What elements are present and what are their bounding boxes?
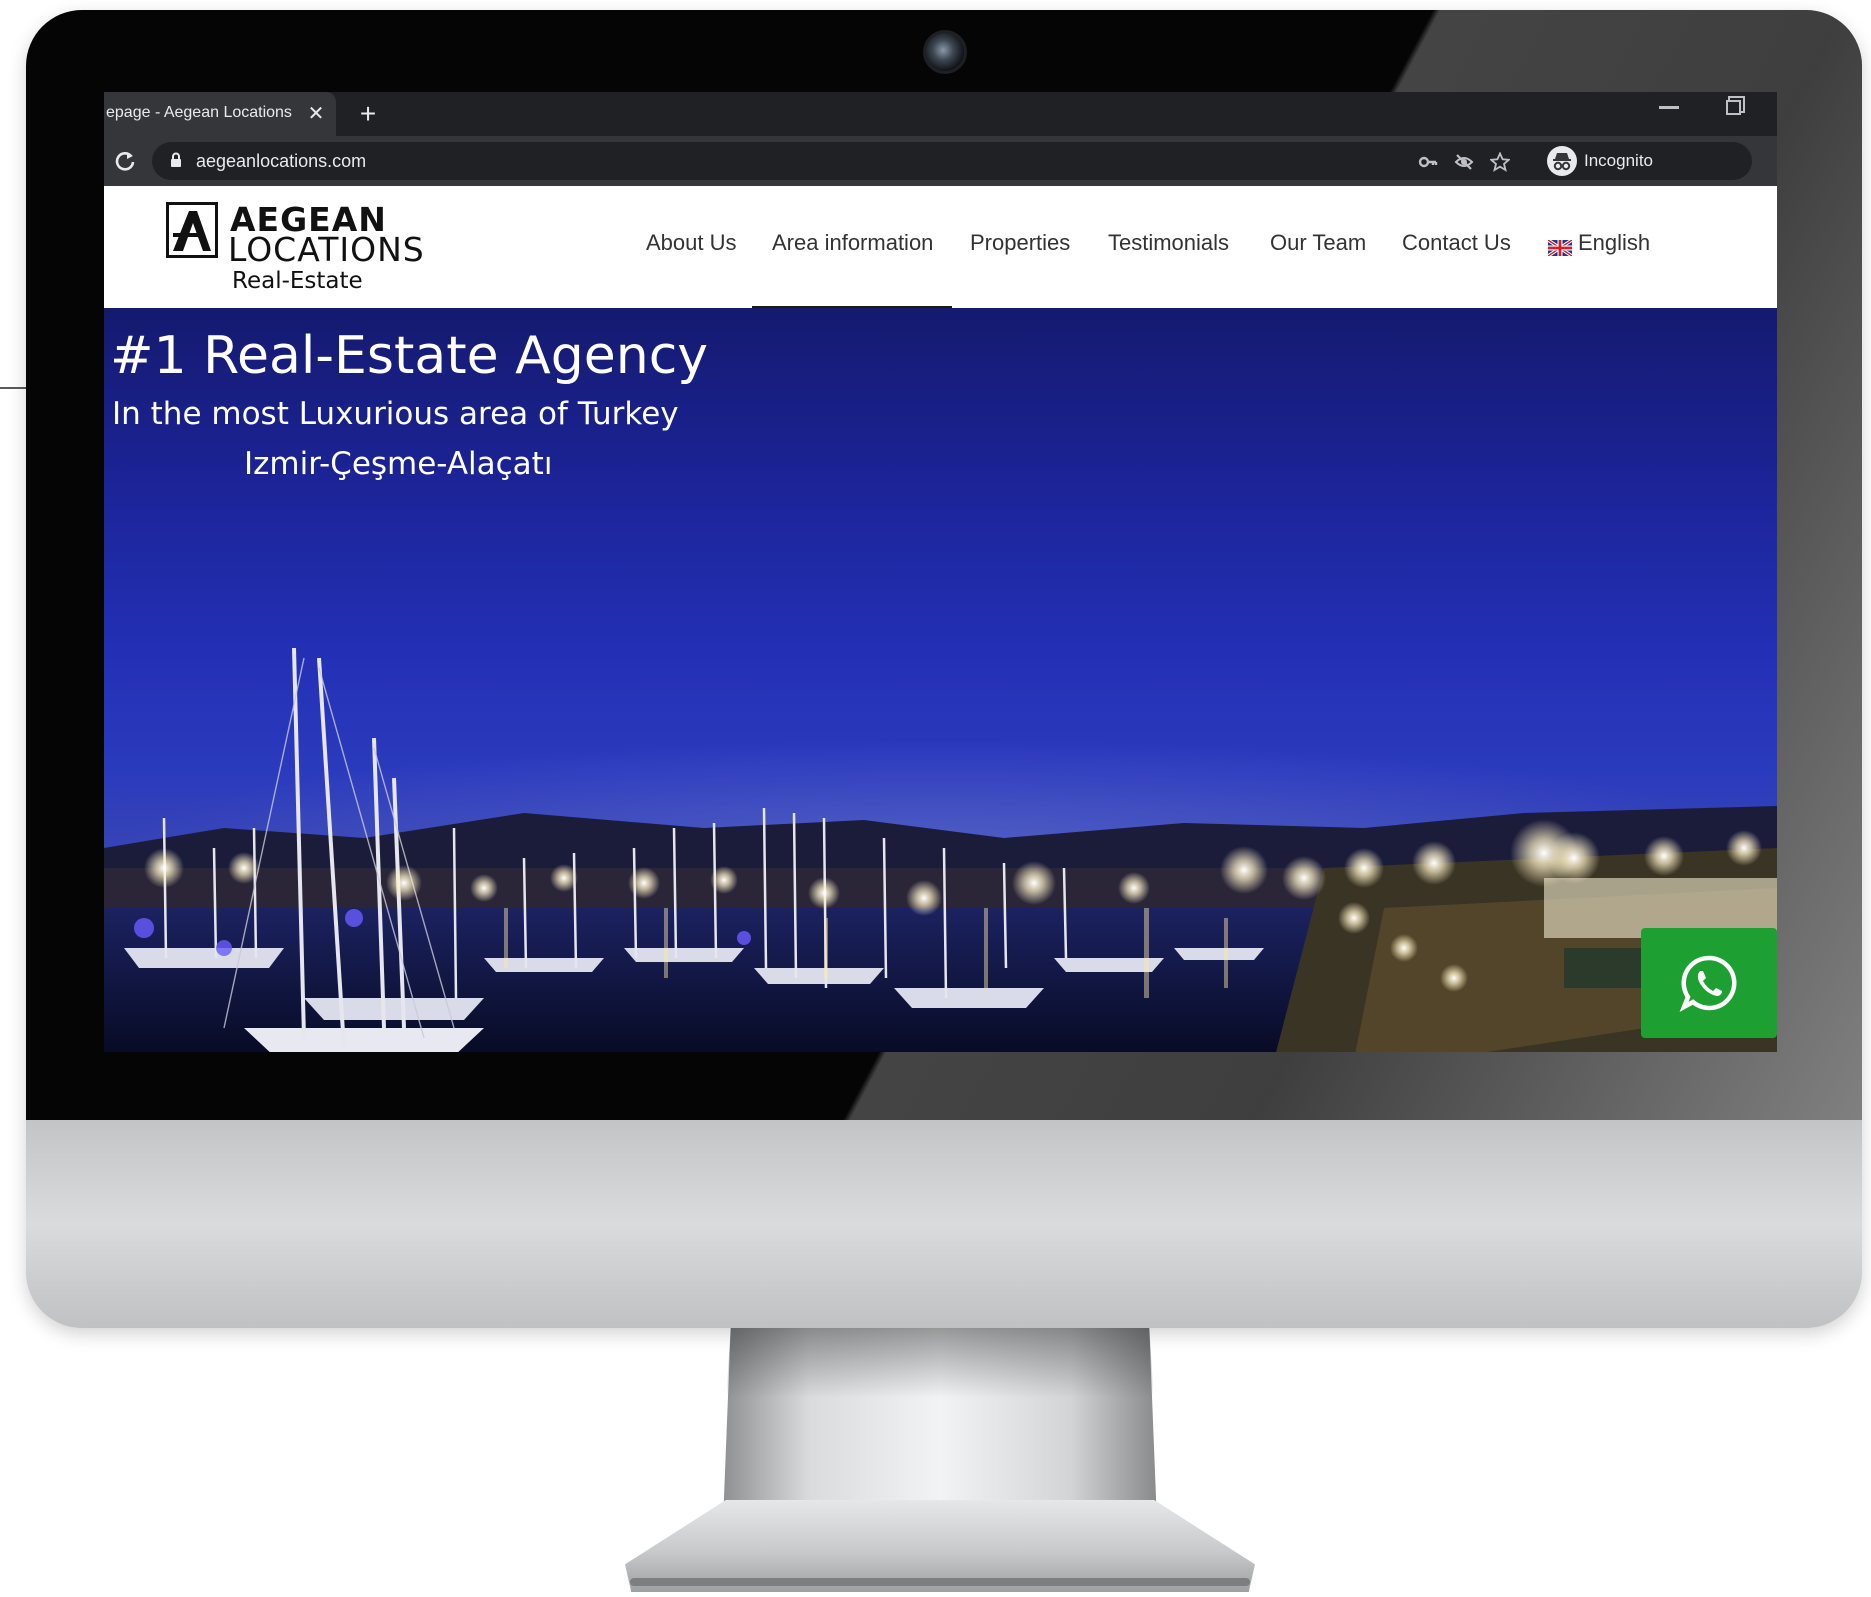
uk-flag-icon <box>1547 236 1573 258</box>
new-tab-icon[interactable]: + <box>354 100 382 128</box>
hero-title: #1 Real-Estate Agency <box>110 326 709 386</box>
star-icon[interactable] <box>1488 151 1512 172</box>
reload-icon[interactable] <box>112 148 138 174</box>
key-icon[interactable] <box>1418 152 1438 172</box>
monitor-base-edge <box>630 1578 1250 1586</box>
nav-area-information[interactable]: Area information <box>772 230 933 262</box>
whatsapp-icon <box>1679 955 1737 1013</box>
tab-strip: epage - Aegean Locations - R ✕ + <box>104 92 1777 136</box>
close-tab-icon[interactable]: ✕ <box>304 102 328 126</box>
nav-testimonials[interactable]: Testimonials <box>1108 230 1229 262</box>
site-header: AEGEAN LOCATIONS Real-Estate About Us Ar… <box>104 186 1777 309</box>
browser-toolbar: aegeanlocations.com Incognito <box>104 136 1777 186</box>
web-page: AEGEAN LOCATIONS Real-Estate About Us Ar… <box>104 186 1777 1052</box>
incognito-label: Incognito <box>1584 151 1653 170</box>
nav-properties[interactable]: Properties <box>970 230 1070 262</box>
monitor-chin <box>26 1120 1862 1328</box>
lock-icon <box>170 152 182 168</box>
eye-off-icon[interactable] <box>1454 152 1474 172</box>
hero-location: Izmir-Çeşme-Alaçatı <box>244 446 553 482</box>
url-text: aegeanlocations.com <box>196 151 367 171</box>
webcam-icon <box>923 30 967 74</box>
whatsapp-button[interactable] <box>1641 928 1777 1038</box>
address-bar[interactable]: aegeanlocations.com Incognito <box>152 142 1752 180</box>
nav-about-us[interactable]: About Us <box>646 230 737 262</box>
nav-language-selector[interactable]: English <box>1547 230 1651 262</box>
restore-icon[interactable] <box>1726 100 1741 115</box>
hero-subtitle: In the most Luxurious area of Turkey <box>112 396 679 432</box>
nav-contact-us[interactable]: Contact Us <box>1402 230 1511 262</box>
browser-tab[interactable]: epage - Aegean Locations - R ✕ <box>104 92 336 136</box>
nav-our-team[interactable]: Our Team <box>1270 230 1366 262</box>
incognito-icon[interactable] <box>1547 146 1577 176</box>
main-nav: About Us Area information Properties Tes… <box>104 186 1777 309</box>
hero-banner: #1 Real-Estate Agency In the most Luxuri… <box>104 308 1777 1052</box>
stand-shadow <box>726 1328 1154 1398</box>
tab-title: epage - Aegean Locations - R <box>106 104 296 121</box>
minimize-icon[interactable] <box>1659 106 1679 109</box>
language-label: English <box>1578 230 1651 255</box>
decorative-line <box>0 387 28 389</box>
browser-window: epage - Aegean Locations - R ✕ + aegeanl… <box>104 92 1777 1052</box>
